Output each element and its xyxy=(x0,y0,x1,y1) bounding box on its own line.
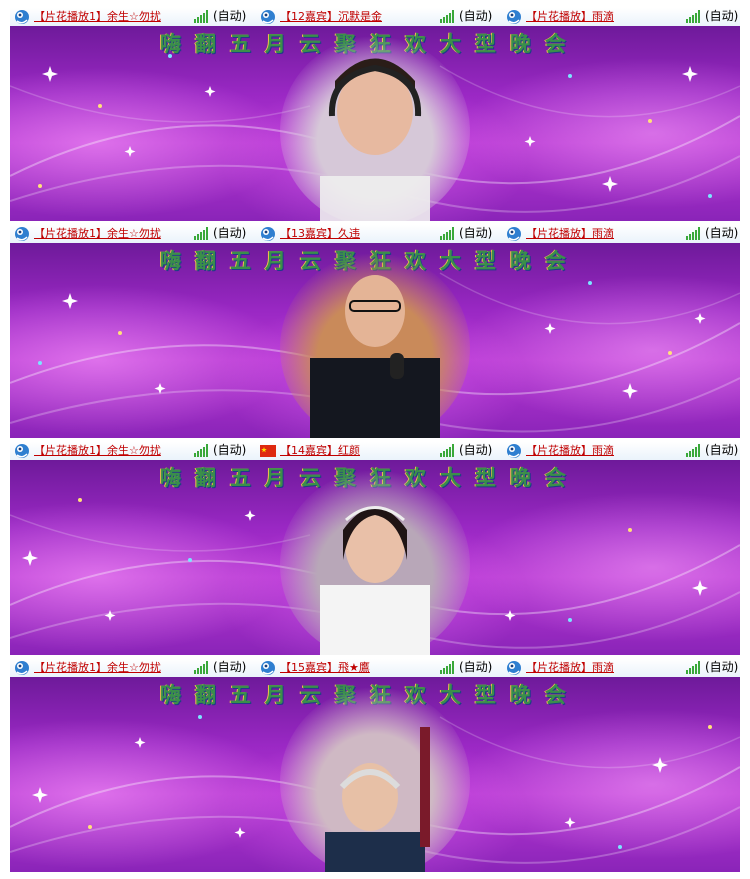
user-bar: 【片花播放1】余生☆勿扰 (自动) 【15嘉宾】飛★鷹 (自动) 【片花播放】雨… xyxy=(10,659,740,677)
signal-strength-icon xyxy=(194,444,208,457)
auto-mode-label[interactable]: (自动) xyxy=(705,443,738,458)
user-name-link[interactable]: 【片花播放1】余生☆勿扰 xyxy=(34,10,161,24)
user-slot-left[interactable]: 【片花播放1】余生☆勿扰 (自动) xyxy=(10,442,253,460)
user-bar: 【片花播放1】余生☆勿扰 (自动) 【13嘉宾】久违 (自动) 【片花播放】雨滴… xyxy=(10,225,740,243)
user-name-link[interactable]: 【片花播放】雨滴 xyxy=(526,444,614,458)
auto-mode-label[interactable]: (自动) xyxy=(459,226,492,241)
user-slot-center[interactable]: 【14嘉宾】红颜 (自动) xyxy=(256,442,499,460)
auto-mode-label[interactable]: (自动) xyxy=(459,443,492,458)
user-name-link[interactable]: 【片花播放】雨滴 xyxy=(526,227,614,241)
guest-video-feed[interactable] xyxy=(280,470,470,655)
user-name-link[interactable]: 【片花播放1】余生☆勿扰 xyxy=(34,444,161,458)
blue-bird-icon xyxy=(261,661,275,675)
blue-bird-icon xyxy=(507,444,521,458)
user-name-link[interactable]: 【片花播放】雨滴 xyxy=(526,661,614,675)
auto-mode-label[interactable]: (自动) xyxy=(459,9,492,24)
user-slot-left[interactable]: 【片花播放1】余生☆勿扰 (自动) xyxy=(10,659,253,677)
user-name-link[interactable]: 【13嘉宾】久违 xyxy=(280,227,360,241)
user-name-link[interactable]: 【片花播放1】余生☆勿扰 xyxy=(34,227,161,241)
auto-mode-label[interactable]: (自动) xyxy=(705,226,738,241)
signal-strength-icon xyxy=(440,661,454,674)
video-stage[interactable]: 嗨翻五月云聚狂欢大型晚会 xyxy=(10,677,740,872)
user-name-link[interactable]: 【片花播放1】余生☆勿扰 xyxy=(34,661,161,675)
signal-strength-icon xyxy=(194,227,208,240)
signal-strength-icon xyxy=(686,661,700,674)
signal-strength-icon xyxy=(686,10,700,23)
blue-bird-icon xyxy=(15,10,29,24)
video-panel-3: 【片花播放1】余生☆勿扰 (自动) 【14嘉宾】红颜 (自动) 【片花播放】雨滴… xyxy=(10,442,740,655)
video-panel-1: 【片花播放1】余生☆勿扰 (自动) 【12嘉宾】沉默是金 (自动) 【片花播放】… xyxy=(10,8,740,221)
blue-bird-icon xyxy=(507,10,521,24)
signal-strength-icon xyxy=(194,661,208,674)
user-slot-right[interactable]: 【片花播放】雨滴 (自动) xyxy=(502,442,745,460)
blue-bird-icon xyxy=(15,444,29,458)
signal-strength-icon xyxy=(440,444,454,457)
video-stage[interactable]: 嗨翻五月云聚狂欢大型晚会 xyxy=(10,243,740,438)
blue-bird-icon xyxy=(15,661,29,675)
auto-mode-label[interactable]: (自动) xyxy=(705,9,738,24)
signal-strength-icon xyxy=(440,227,454,240)
auto-mode-label[interactable]: (自动) xyxy=(213,443,246,458)
blue-bird-icon xyxy=(261,10,275,24)
auto-mode-label[interactable]: (自动) xyxy=(213,9,246,24)
auto-mode-label[interactable]: (自动) xyxy=(213,660,246,675)
blue-bird-icon xyxy=(507,661,521,675)
signal-strength-icon xyxy=(194,10,208,23)
blue-bird-icon xyxy=(507,227,521,241)
video-panel-4: 【片花播放1】余生☆勿扰 (自动) 【15嘉宾】飛★鷹 (自动) 【片花播放】雨… xyxy=(10,659,740,872)
user-slot-right[interactable]: 【片花播放】雨滴 (自动) xyxy=(502,8,745,26)
auto-mode-label[interactable]: (自动) xyxy=(213,226,246,241)
auto-mode-label[interactable]: (自动) xyxy=(459,660,492,675)
user-name-link[interactable]: 【12嘉宾】沉默是金 xyxy=(280,10,382,24)
china-flag-icon xyxy=(260,445,276,457)
user-slot-left[interactable]: 【片花播放1】余生☆勿扰 (自动) xyxy=(10,225,253,243)
user-bar: 【片花播放1】余生☆勿扰 (自动) 【12嘉宾】沉默是金 (自动) 【片花播放】… xyxy=(10,8,740,26)
user-slot-left[interactable]: 【片花播放1】余生☆勿扰 (自动) xyxy=(10,8,253,26)
user-slot-center[interactable]: 【15嘉宾】飛★鷹 (自动) xyxy=(256,659,499,677)
user-slot-center[interactable]: 【13嘉宾】久违 (自动) xyxy=(256,225,499,243)
signal-strength-icon xyxy=(686,227,700,240)
user-slot-right[interactable]: 【片花播放】雨滴 (自动) xyxy=(502,225,745,243)
user-slot-center[interactable]: 【12嘉宾】沉默是金 (自动) xyxy=(256,8,499,26)
blue-bird-icon xyxy=(261,227,275,241)
guest-video-feed[interactable] xyxy=(280,36,470,221)
guest-video-feed[interactable] xyxy=(280,253,470,438)
guest-video-feed[interactable] xyxy=(280,687,470,872)
user-name-link[interactable]: 【14嘉宾】红颜 xyxy=(280,444,360,458)
video-stage[interactable]: 嗨翻五月云聚狂欢大型晚会 xyxy=(10,460,740,655)
video-stage[interactable]: 嗨翻五月云聚狂欢大型晚会 xyxy=(10,26,740,221)
signal-strength-icon xyxy=(440,10,454,23)
blue-bird-icon xyxy=(15,227,29,241)
user-name-link[interactable]: 【片花播放】雨滴 xyxy=(526,10,614,24)
auto-mode-label[interactable]: (自动) xyxy=(705,660,738,675)
user-bar: 【片花播放1】余生☆勿扰 (自动) 【14嘉宾】红颜 (自动) 【片花播放】雨滴… xyxy=(10,442,740,460)
user-slot-right[interactable]: 【片花播放】雨滴 (自动) xyxy=(502,659,745,677)
user-name-link[interactable]: 【15嘉宾】飛★鷹 xyxy=(280,661,370,675)
signal-strength-icon xyxy=(686,444,700,457)
video-panel-2: 【片花播放1】余生☆勿扰 (自动) 【13嘉宾】久违 (自动) 【片花播放】雨滴… xyxy=(10,225,740,438)
